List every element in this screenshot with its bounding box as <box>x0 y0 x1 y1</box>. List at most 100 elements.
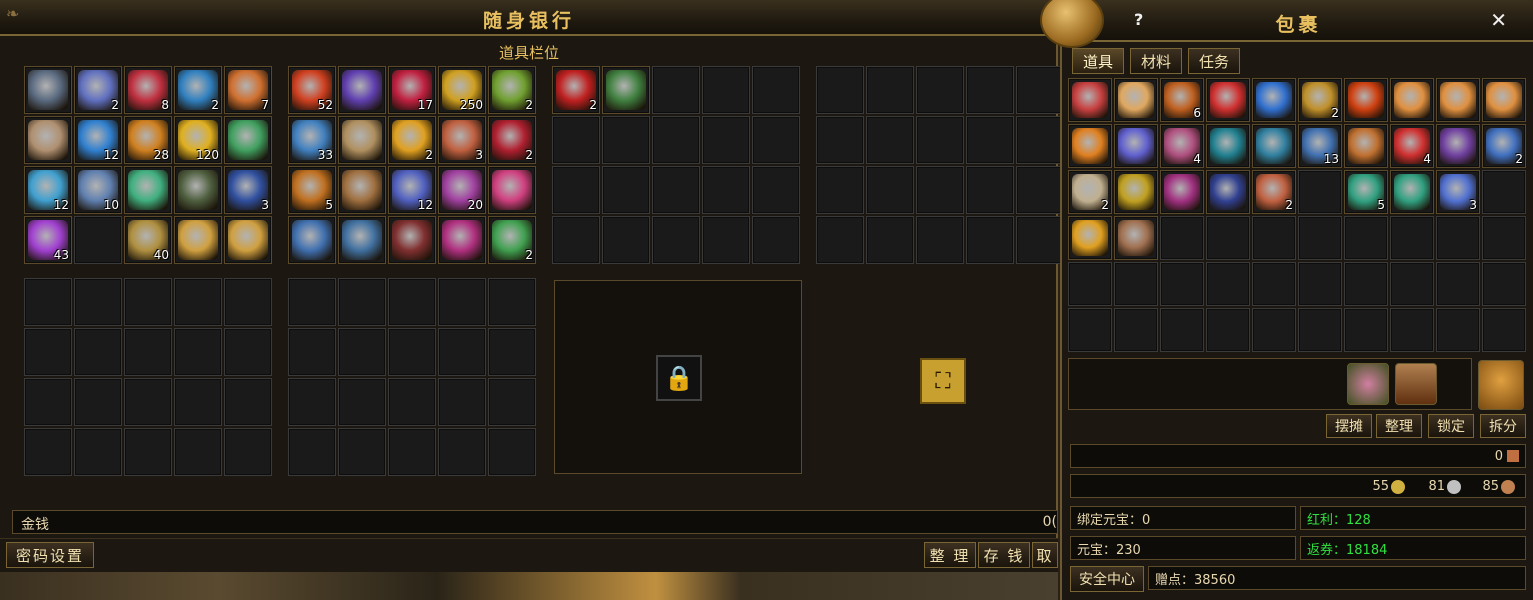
bank-empty-slot[interactable] <box>816 216 864 264</box>
package-item-slot[interactable] <box>1252 78 1296 122</box>
bank-item-slot[interactable]: 2 <box>488 66 536 114</box>
bank-item-slot[interactable]: 12 <box>388 166 436 214</box>
bank-empty-slot[interactable] <box>916 216 964 264</box>
bank-empty-slot[interactable] <box>602 216 650 264</box>
bank-empty-slot[interactable] <box>752 116 800 164</box>
lock-icon[interactable]: 🔒 <box>656 355 702 401</box>
package-empty-slot[interactable] <box>1298 170 1342 214</box>
package-item-slot[interactable] <box>1390 78 1434 122</box>
bank-item-slot[interactable]: 20 <box>438 166 486 214</box>
package-empty-slot[interactable] <box>1114 308 1158 352</box>
package-empty-slot[interactable] <box>1206 308 1250 352</box>
package-item-slot[interactable] <box>1114 170 1158 214</box>
bank-empty-slot[interactable] <box>288 278 336 326</box>
bank-empty-slot[interactable] <box>224 328 272 376</box>
package-item-slot[interactable]: 3 <box>1436 170 1480 214</box>
package-empty-slot[interactable] <box>1436 308 1480 352</box>
bank-item-slot[interactable] <box>338 66 386 114</box>
bank-item-slot[interactable]: 2 <box>74 66 122 114</box>
lock-button[interactable]: 锁定 <box>1428 414 1474 438</box>
bank-empty-slot[interactable] <box>388 428 436 476</box>
package-empty-slot[interactable] <box>1252 262 1296 306</box>
bank-empty-slot[interactable] <box>438 328 486 376</box>
bank-empty-slot[interactable] <box>124 278 172 326</box>
bank-empty-slot[interactable] <box>966 116 1014 164</box>
bank-empty-slot[interactable] <box>338 378 386 426</box>
bank-empty-slot[interactable] <box>124 328 172 376</box>
package-empty-slot[interactable] <box>1482 216 1526 260</box>
bank-empty-slot[interactable] <box>74 278 122 326</box>
package-empty-slot[interactable] <box>1298 308 1342 352</box>
package-item-slot[interactable] <box>1390 170 1434 214</box>
package-item-slot[interactable] <box>1114 216 1158 260</box>
bank-empty-slot[interactable] <box>24 428 72 476</box>
bank-empty-slot[interactable] <box>288 328 336 376</box>
bank-empty-slot[interactable] <box>74 216 122 264</box>
bank-empty-slot[interactable] <box>124 428 172 476</box>
bank-item-slot[interactable] <box>602 66 650 114</box>
package-item-slot[interactable] <box>1114 78 1158 122</box>
bank-empty-slot[interactable] <box>288 378 336 426</box>
tab-quests[interactable]: 任务 <box>1188 48 1240 74</box>
bank-empty-slot[interactable] <box>866 216 914 264</box>
package-item-slot[interactable]: 6 <box>1160 78 1204 122</box>
bank-empty-slot[interactable] <box>752 166 800 214</box>
bank-item-slot[interactable]: 2 <box>488 216 536 264</box>
bank-empty-slot[interactable] <box>124 378 172 426</box>
package-item-slot[interactable] <box>1068 124 1112 168</box>
bank-item-slot[interactable]: 40 <box>124 216 172 264</box>
bank-empty-slot[interactable] <box>338 278 386 326</box>
package-empty-slot[interactable] <box>1390 308 1434 352</box>
bank-item-slot[interactable] <box>24 116 72 164</box>
package-item-slot[interactable]: 2 <box>1298 78 1342 122</box>
bank-empty-slot[interactable] <box>24 278 72 326</box>
package-item-slot[interactable] <box>1206 124 1250 168</box>
bank-empty-slot[interactable] <box>602 166 650 214</box>
package-item-slot[interactable]: 13 <box>1298 124 1342 168</box>
bank-empty-slot[interactable] <box>652 166 700 214</box>
tab-items[interactable]: 道具 <box>1072 48 1124 74</box>
bank-item-slot[interactable]: 3 <box>224 166 272 214</box>
security-center-button[interactable]: 安全中心 <box>1070 566 1144 592</box>
package-empty-slot[interactable] <box>1390 216 1434 260</box>
bank-empty-slot[interactable] <box>174 378 222 426</box>
bank-empty-slot[interactable] <box>552 116 600 164</box>
package-empty-slot[interactable] <box>1068 262 1112 306</box>
bank-empty-slot[interactable] <box>602 116 650 164</box>
package-empty-slot[interactable] <box>1298 216 1342 260</box>
stall-button[interactable]: 摆摊 <box>1326 414 1372 438</box>
package-empty-slot[interactable] <box>1344 308 1388 352</box>
package-empty-slot[interactable] <box>1160 308 1204 352</box>
bank-item-slot[interactable]: 28 <box>124 116 172 164</box>
bank-item-slot[interactable]: 2 <box>552 66 600 114</box>
package-empty-slot[interactable] <box>1206 216 1250 260</box>
bank-empty-slot[interactable] <box>488 428 536 476</box>
bank-item-slot[interactable] <box>388 216 436 264</box>
bank-empty-slot[interactable] <box>1016 166 1064 214</box>
bank-item-slot[interactable]: 33 <box>288 116 336 164</box>
bank-empty-slot[interactable] <box>916 166 964 214</box>
package-item-slot[interactable] <box>1436 78 1480 122</box>
package-empty-slot[interactable] <box>1160 262 1204 306</box>
bank-item-slot[interactable] <box>288 216 336 264</box>
bank-item-slot[interactable]: 43 <box>24 216 72 264</box>
package-item-slot[interactable]: 2 <box>1252 170 1296 214</box>
bank-empty-slot[interactable] <box>816 166 864 214</box>
package-empty-slot[interactable] <box>1482 170 1526 214</box>
bank-empty-slot[interactable] <box>24 328 72 376</box>
bank-empty-slot[interactable] <box>1016 66 1064 114</box>
password-settings-button[interactable]: 密码设置 <box>6 542 94 568</box>
package-empty-slot[interactable] <box>1390 262 1434 306</box>
bank-item-slot[interactable]: 12 <box>24 166 72 214</box>
bank-item-slot[interactable]: 8 <box>124 66 172 114</box>
bank-empty-slot[interactable] <box>552 166 600 214</box>
bank-item-slot[interactable]: 17 <box>388 66 436 114</box>
bank-empty-slot[interactable] <box>816 66 864 114</box>
bank-empty-slot[interactable] <box>702 116 750 164</box>
expand-chest-icon[interactable]: ⛶ <box>920 358 966 404</box>
bank-empty-slot[interactable] <box>752 216 800 264</box>
bank-item-slot[interactable]: 250 <box>438 66 486 114</box>
package-item-slot[interactable]: 5 <box>1344 170 1388 214</box>
package-item-slot[interactable] <box>1344 78 1388 122</box>
bank-empty-slot[interactable] <box>652 116 700 164</box>
